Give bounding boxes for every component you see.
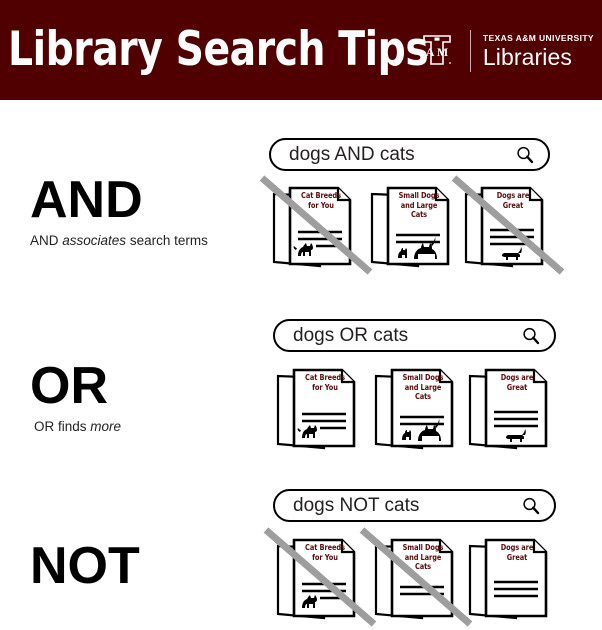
section-or: OR OR finds more dogs OR cats Cat Breeds… — [0, 300, 602, 480]
document-title: Small Dogs and Large Cats — [402, 543, 444, 571]
svg-text:A M: A M — [426, 45, 448, 59]
document-card[interactable]: Dogs are Great — [464, 362, 560, 454]
page-header: Library Search Tips A M TEXAS A&M UNIVER… — [0, 0, 602, 100]
logo-divider — [469, 30, 471, 72]
document-card[interactable]: Cat Breeds for You — [259, 175, 373, 275]
document-title: Dogs are Great — [500, 373, 534, 392]
operator-block-or: OR OR finds more — [0, 358, 260, 436]
document-title: Dogs are Great — [500, 543, 534, 562]
documents-not: Cat Breeds for You Small Dogs and Large Cat… — [263, 527, 560, 627]
desc-emphasis: associates — [62, 233, 127, 248]
operator-word-or: OR — [30, 357, 108, 415]
document-card[interactable]: Cat Breeds for You — [272, 362, 368, 454]
document-title: Cat Breeds for You — [305, 373, 345, 392]
document-title: Cat Breeds for You — [301, 191, 341, 210]
operator-description-or: OR finds more — [0, 418, 260, 436]
desc-suffix: search terms — [126, 233, 208, 248]
search-bar-and[interactable]: dogs AND cats — [269, 138, 550, 171]
texas-am-atm-monogram-icon: A M — [414, 29, 460, 73]
document-title: Small Dogs and Large Cats — [398, 191, 440, 219]
documents-or: Cat Breeds for You Small Dogs and Large Cat… — [272, 362, 560, 454]
document-card[interactable]: Dogs are Great — [464, 532, 560, 624]
document-card[interactable]: Small Dogs and Large Cats — [364, 180, 460, 272]
desc-emphasis: more — [90, 419, 122, 434]
document-card[interactable]: Dogs are Great — [451, 175, 565, 275]
document-title: Small Dogs and Large Cats — [402, 373, 444, 401]
operator-block-and: AND AND associates search terms — [0, 172, 260, 250]
desc-prefix: AND — [30, 233, 63, 248]
document-card[interactable]: Cat Breeds for You — [263, 527, 377, 627]
documents-and: Cat Breeds for You Small Dogs and Large … — [259, 175, 565, 275]
logo-libraries-line: Libraries — [482, 43, 572, 70]
page-title: Library Search Tips — [8, 22, 429, 77]
search-icon[interactable] — [522, 497, 540, 515]
operator-description-and: AND associates search terms — [0, 232, 260, 250]
search-query-or: dogs OR cats — [293, 324, 409, 346]
tamu-libraries-logo: A M TEXAS A&M UNIVERSITY Libraries — [414, 26, 594, 76]
search-bar-or[interactable]: dogs OR cats — [273, 319, 556, 352]
search-bar-not[interactable]: dogs NOT cats — [273, 489, 556, 522]
search-query-not: dogs NOT cats — [293, 494, 420, 516]
search-query-and: dogs AND cats — [289, 143, 415, 165]
document-card[interactable]: Small Dogs and Large Cats — [359, 527, 473, 627]
document-title: Cat Breeds for You — [305, 543, 345, 562]
operator-word-and: AND — [30, 171, 143, 229]
search-icon[interactable] — [516, 146, 534, 164]
logo-university-line: TEXAS A&M UNIVERSITY — [482, 32, 594, 43]
document-title: Dogs are Great — [496, 191, 530, 210]
document-card[interactable]: Small Dogs and Large Cats — [368, 362, 464, 454]
section-not: NOT dogs NOT cats Cat Breeds for You Sma… — [0, 480, 602, 627]
search-icon[interactable] — [522, 327, 540, 345]
desc-prefix: OR finds — [34, 419, 91, 434]
section-and: AND AND associates search terms dogs AND… — [0, 100, 602, 300]
